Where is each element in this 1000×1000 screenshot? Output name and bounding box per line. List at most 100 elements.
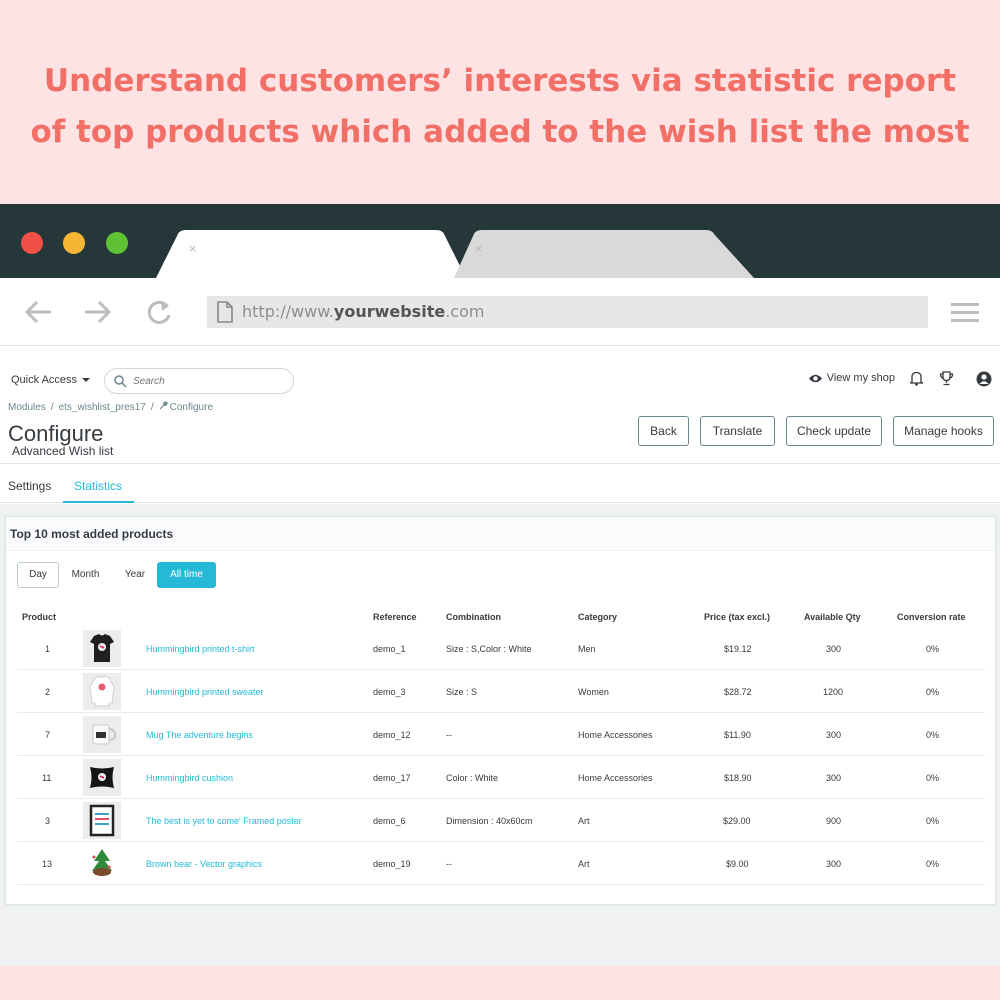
table-row: 11 Hummingbird cushion demo_17 Color : W… (17, 756, 985, 799)
product-price: $9.00 (726, 859, 749, 869)
period-all-time-button[interactable]: All time (157, 562, 216, 588)
panel-header: Top 10 most added products (6, 517, 995, 551)
panel-title: Top 10 most added products (10, 527, 174, 541)
browser-window: × × http://www.yourwebsite.com Quick Acc… (0, 204, 1000, 966)
header-actions: View my shop (800, 370, 1000, 390)
product-reference: demo_19 (373, 859, 411, 869)
back-button[interactable]: Back (638, 416, 689, 446)
breadcrumb-module[interactable]: ets_wishlist_pres17 (59, 402, 146, 413)
user-account-icon[interactable] (976, 371, 992, 387)
browser-tab-active[interactable]: × (156, 230, 466, 278)
product-thumbnail (83, 673, 121, 710)
search-input[interactable] (133, 373, 283, 390)
period-year-button[interactable]: Year (118, 562, 152, 588)
product-reference: demo_3 (373, 687, 406, 697)
headline: Understand customers’ interests via stat… (0, 56, 1000, 158)
translate-button[interactable]: Translate (700, 416, 775, 446)
check-update-button[interactable]: Check update (786, 416, 882, 446)
product-reference: demo_12 (373, 730, 411, 740)
column-header-price: Price (tax excl.) (704, 612, 771, 622)
maximize-window-button[interactable] (106, 232, 128, 254)
framed-poster-image (89, 804, 115, 837)
page-subtitle: Advanced Wish list (12, 444, 114, 458)
period-month-button[interactable]: Month (63, 562, 108, 588)
main-content: Top 10 most added products Day Month Yea… (0, 504, 1000, 966)
product-name-link[interactable]: Hummingbird cushion (146, 773, 233, 783)
product-name-link[interactable]: The best is yet to come' Framed poster (146, 816, 302, 826)
product-id: 7 (45, 730, 51, 740)
tab-close-icon[interactable]: × (188, 242, 197, 255)
url-field[interactable]: http://www.yourwebsite.com (207, 296, 928, 328)
column-header-combination: Combination (446, 612, 501, 622)
product-name-link[interactable]: Hummingbird printed sweater (146, 687, 264, 697)
product-id: 2 (45, 687, 51, 697)
search-icon (114, 375, 127, 388)
tab-statistics[interactable]: Statistics (74, 479, 122, 493)
product-qty: 300 (826, 859, 842, 869)
product-thumbnail (83, 630, 121, 667)
active-tab-indicator (63, 501, 134, 503)
product-category: Art (578, 859, 590, 869)
product-qty: 900 (826, 816, 842, 826)
product-qty: 300 (826, 773, 842, 783)
address-bar: http://www.yourwebsite.com (0, 278, 1000, 346)
headline-line-1: Understand customers’ interests via stat… (43, 63, 957, 99)
manage-hooks-button[interactable]: Manage hooks (893, 416, 994, 446)
product-combination: -- (446, 730, 452, 740)
trophy-icon[interactable] (939, 371, 954, 386)
table-row: 7 Mug The adventure begins demo_12 -- Ho… (17, 713, 985, 756)
product-thumbnail (83, 802, 121, 839)
tshirt-image (90, 634, 114, 662)
browser-tab-bar: × × (0, 204, 1000, 278)
hamburger-menu-icon[interactable] (951, 303, 979, 323)
admin-search (104, 368, 294, 394)
reload-icon[interactable] (145, 298, 173, 328)
tab-settings[interactable]: Settings (8, 479, 51, 493)
column-header-product: Product (22, 612, 57, 622)
product-reference: demo_6 (373, 816, 406, 826)
headline-line-2: of top products which added to the wish … (30, 114, 970, 150)
product-id: 11 (42, 773, 52, 783)
browser-tab-inactive[interactable]: × (454, 230, 754, 278)
product-combination: Color : White (446, 773, 499, 783)
table-row: 2 Hummingbird printed sweater demo_3 Siz… (17, 670, 985, 713)
product-price: $28.72 (724, 687, 752, 697)
table-row: 1 Hummingbird printed t-shirt demo_1 Siz… (17, 627, 985, 670)
minimize-window-button[interactable] (63, 232, 85, 254)
column-header-category: Category (578, 612, 618, 622)
column-header-available-qty: Available Qty (804, 612, 861, 622)
config-tabs: Settings Statistics (0, 463, 1000, 503)
product-reference: demo_1 (373, 644, 406, 654)
bell-icon[interactable] (910, 371, 923, 386)
period-day-button[interactable]: Day (17, 562, 59, 588)
product-price: $29.00 (723, 816, 751, 826)
product-qty: 300 (826, 644, 842, 654)
url-text: http://www.yourwebsite.com (242, 302, 485, 321)
caret-down-icon (82, 378, 91, 382)
breadcrumb-configure: Configure (169, 402, 213, 413)
view-my-shop-link[interactable]: View my shop (808, 372, 895, 384)
product-thumbnail (83, 759, 121, 796)
wrench-icon (159, 401, 168, 410)
back-arrow-icon[interactable] (23, 298, 53, 326)
product-category: Men (578, 644, 596, 654)
table-row: 13 Brown bear - Vector graphics demo_19 … (17, 842, 985, 885)
close-window-button[interactable] (21, 232, 43, 254)
product-conversion-rate: 0% (926, 730, 940, 740)
product-price: $18.90 (724, 773, 752, 783)
product-id: 13 (42, 859, 53, 869)
product-name-link[interactable]: Hummingbird printed t-shirt (146, 644, 255, 654)
table-row: 3 The best is yet to come' Framed poster… (17, 799, 985, 842)
quick-access-dropdown[interactable]: Quick Access (11, 374, 91, 386)
product-name-link[interactable]: Brown bear - Vector graphics (146, 859, 262, 869)
breadcrumb-modules[interactable]: Modules (8, 402, 46, 413)
forward-arrow-icon[interactable] (83, 298, 113, 326)
product-combination: -- (446, 859, 452, 869)
product-conversion-rate: 0% (926, 644, 940, 654)
product-combination: Size : S (446, 687, 478, 697)
tab-close-icon[interactable]: × (474, 242, 483, 255)
product-name-link[interactable]: Mug The adventure begins (146, 730, 253, 740)
product-combination: Size : S,Color : White (446, 644, 532, 654)
product-category: Art (578, 816, 590, 826)
sweater-image (89, 675, 115, 707)
